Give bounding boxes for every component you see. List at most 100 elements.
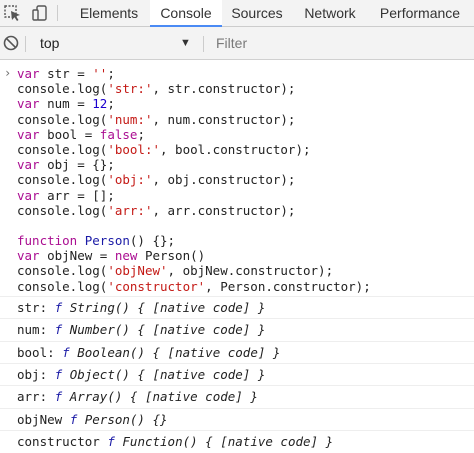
filter-input[interactable] xyxy=(208,31,470,55)
console-toolbar: top ▼ xyxy=(0,27,474,60)
log-text: obj: f Object() { [native code] } xyxy=(17,364,265,386)
log-label: objNew xyxy=(17,411,63,427)
log-row: obj: f Object() { [native code] } xyxy=(0,362,474,386)
function-marker: f xyxy=(54,366,63,382)
log-row: bool: f Boolean() { [native code] } xyxy=(0,340,474,364)
code-token: console.log( xyxy=(17,81,108,97)
function-signature[interactable]: Number() { [native code] } xyxy=(70,322,266,337)
code-token: console.log( xyxy=(17,172,108,188)
function-signature[interactable]: Person() {} xyxy=(85,412,168,427)
code-token: console.log( xyxy=(17,111,108,127)
function-signature[interactable]: Array() { [native code] } xyxy=(70,389,258,404)
context-select-value: top xyxy=(40,35,60,51)
code-token: objNew = xyxy=(39,248,115,264)
code-token: var xyxy=(17,248,40,264)
code-token: 12 xyxy=(92,96,108,112)
log-row: constructor f Function() { [native code]… xyxy=(0,429,474,453)
function-signature[interactable]: Object() { [native code] } xyxy=(70,367,266,382)
code-line: var objNew = new Person() xyxy=(17,248,371,263)
code-token: var xyxy=(17,187,40,203)
code-token: 'arr:' xyxy=(107,202,153,218)
code-line: var num = 12; xyxy=(17,96,371,111)
device-toolbar-icon[interactable] xyxy=(30,4,50,22)
code-token: bool = xyxy=(39,126,100,142)
code-token: Person() xyxy=(137,248,206,264)
function-marker: f xyxy=(54,389,63,405)
log-row: num: f Number() { [native code] } xyxy=(0,318,474,341)
log-text: bool: f Boolean() { [native code] } xyxy=(17,342,280,364)
function-signature[interactable]: Function() { [native code] } xyxy=(122,434,333,449)
code-token: num = xyxy=(39,96,93,112)
code-token: console.log( xyxy=(17,278,108,294)
tab-performance[interactable]: Performance xyxy=(370,0,470,26)
console-output[interactable]: › var str = ''; console.log('str:', str.c… xyxy=(0,60,474,453)
code-token: 'num:' xyxy=(107,111,153,127)
code-token: var xyxy=(17,96,40,112)
log-text: num: f Number() { [native code] } xyxy=(17,319,265,341)
console-input-code: var str = ''; console.log('str:', str.con… xyxy=(17,66,371,294)
log-row: str: f String() { [native code] } xyxy=(0,296,474,319)
code-token: console.log( xyxy=(17,141,108,157)
code-token: var xyxy=(17,126,40,142)
code-token: Person xyxy=(84,233,130,249)
code-line: var obj = {}; xyxy=(17,157,371,172)
code-token: 'objNew' xyxy=(107,263,168,279)
tab-sources[interactable]: Sources xyxy=(222,0,292,26)
code-token: 'constructor' xyxy=(107,278,206,294)
code-token: var xyxy=(17,66,40,81)
code-line: console.log('bool:', bool.constructor); xyxy=(17,142,371,157)
code-line: var arr = []; xyxy=(17,188,371,203)
clear-console-icon[interactable] xyxy=(2,34,22,52)
code-token: ; xyxy=(107,66,115,81)
code-token: false xyxy=(99,126,138,142)
toolbar-divider xyxy=(57,5,58,21)
code-token: () {}; xyxy=(129,233,176,249)
code-token: , num.constructor); xyxy=(152,111,296,127)
code-token: , bool.constructor); xyxy=(160,141,311,157)
log-label: num: xyxy=(17,322,48,338)
toolbar-divider xyxy=(203,36,204,52)
code-token: , obj.constructor); xyxy=(152,172,296,188)
context-select[interactable]: top ▼ xyxy=(30,31,198,55)
log-label: arr: xyxy=(17,389,48,405)
code-token: new xyxy=(114,248,138,264)
tab-network[interactable]: Network xyxy=(294,0,366,26)
log-label: obj: xyxy=(17,366,48,382)
code-token: function xyxy=(17,233,78,249)
code-line: console.log('obj:', obj.constructor); xyxy=(17,172,371,187)
chevron-down-icon: ▼ xyxy=(180,37,191,49)
code-token: , arr.constructor); xyxy=(152,202,296,218)
code-token: '' xyxy=(92,66,108,81)
function-marker: f xyxy=(62,344,70,360)
code-token: 'str:' xyxy=(107,81,153,97)
code-token: 'obj:' xyxy=(107,172,153,188)
code-token: console.log( xyxy=(17,202,108,218)
devtools-tab-bar: Elements Console Sources Network Perform… xyxy=(0,0,474,27)
function-marker: f xyxy=(54,300,63,315)
tab-console[interactable]: Console xyxy=(150,0,222,27)
code-token: , objNew.constructor); xyxy=(167,263,334,279)
code-token: console.log( xyxy=(17,263,108,279)
code-line: var str = ''; xyxy=(17,66,371,81)
log-text: constructor f Function() { [native code]… xyxy=(17,431,333,453)
function-signature[interactable]: Boolean() { [native code] } xyxy=(77,345,280,360)
function-marker: f xyxy=(69,411,78,427)
code-line: console.log('num:', num.constructor); xyxy=(17,112,371,127)
function-signature[interactable]: String() { [native code] } xyxy=(70,300,266,315)
tab-elements[interactable]: Elements xyxy=(66,0,152,26)
log-label: bool: xyxy=(17,344,55,360)
function-marker: f xyxy=(107,433,115,449)
code-token: str = xyxy=(39,66,93,81)
log-text: objNew f Person() {} xyxy=(17,409,168,431)
toolbar-divider xyxy=(25,36,26,52)
log-label: constructor xyxy=(17,433,100,449)
code-line: var bool = false; xyxy=(17,127,371,142)
code-token: 'bool:' xyxy=(107,141,160,157)
log-label: str: xyxy=(17,300,48,315)
inspect-element-icon[interactable] xyxy=(3,4,23,22)
code-line: console.log('constructor', Person.constr… xyxy=(17,279,371,294)
code-token: , Person.constructor); xyxy=(205,278,371,294)
log-text: str: f String() { [native code] } xyxy=(17,297,265,319)
